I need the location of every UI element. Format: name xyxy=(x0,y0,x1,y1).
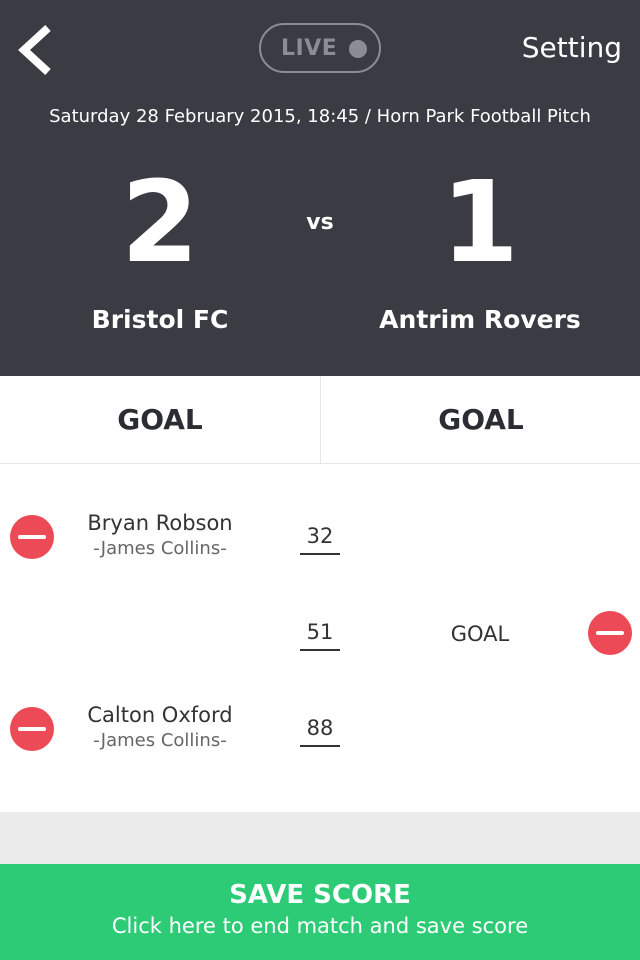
chevron-left-icon xyxy=(18,25,51,75)
goal-minute[interactable]: 51 xyxy=(300,617,340,651)
remove-goal-button[interactable] xyxy=(10,707,54,751)
scorer-name: Bryan Robson xyxy=(87,511,233,535)
scorer-name: Calton Oxford xyxy=(87,703,233,727)
assist-name: -James Collins- xyxy=(93,538,227,559)
remove-goal-button[interactable] xyxy=(588,611,632,655)
goal-minute[interactable]: 88 xyxy=(300,713,340,747)
goal-minute[interactable]: 32 xyxy=(300,521,340,555)
goal-buttons-bar: GOAL GOAL xyxy=(0,376,640,464)
home-team-name: Bristol FC xyxy=(91,305,229,334)
remove-goal-button[interactable] xyxy=(10,515,54,559)
match-header: LIVE Setting Saturday 28 February 2015, … xyxy=(0,0,640,376)
live-dot-icon xyxy=(349,40,367,58)
save-score-button[interactable]: SAVE SCORE Click here to end match and s… xyxy=(0,864,640,960)
away-score: 1 xyxy=(441,158,519,288)
away-goal-label: GOAL xyxy=(450,622,510,646)
away-goal-button[interactable]: GOAL xyxy=(321,376,640,464)
save-score-subtitle: Click here to end match and save score xyxy=(111,914,529,938)
save-score-title: SAVE SCORE xyxy=(229,880,411,910)
goal-event-row: Calton Oxford -James Collins- 88 xyxy=(0,682,640,778)
goal-event-row: 51 GOAL xyxy=(0,586,640,682)
live-toggle[interactable]: LIVE xyxy=(259,23,381,73)
live-label: LIVE xyxy=(281,36,338,61)
spacer-strip xyxy=(0,812,640,864)
away-team-name: Antrim Rovers xyxy=(379,305,581,334)
home-goal-button[interactable]: GOAL xyxy=(0,376,320,464)
assist-name: -James Collins- xyxy=(93,730,227,751)
setting-button[interactable]: Setting xyxy=(522,30,622,66)
goal-event-row: Bryan Robson -James Collins- 32 xyxy=(0,490,640,586)
home-score: 2 xyxy=(121,158,199,288)
back-button[interactable] xyxy=(14,20,62,80)
match-info: Saturday 28 February 2015, 18:45 / Horn … xyxy=(49,106,591,127)
goal-events-list: Bryan Robson -James Collins- 32 51 GOAL … xyxy=(0,464,640,812)
